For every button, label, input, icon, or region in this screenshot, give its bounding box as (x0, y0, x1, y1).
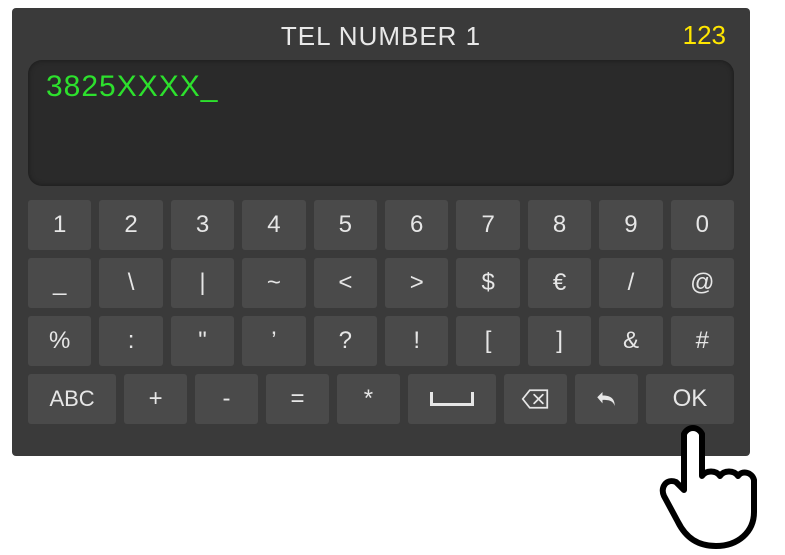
key-bracket-open[interactable]: [ (456, 316, 519, 366)
key-asterisk[interactable]: * (337, 374, 400, 424)
key-4[interactable]: 4 (242, 200, 305, 250)
key-bracket-close[interactable]: ] (528, 316, 591, 366)
key-plus[interactable]: + (124, 374, 187, 424)
spacebar-icon (430, 392, 474, 406)
key-exclaim[interactable]: ! (385, 316, 448, 366)
cursor-icon: _ (201, 70, 219, 103)
key-less-than[interactable]: < (314, 258, 377, 308)
key-row-4: ABC + - = * OK (28, 374, 734, 424)
key-dollar[interactable]: $ (456, 258, 519, 308)
key-3[interactable]: 3 (171, 200, 234, 250)
key-hash[interactable]: # (671, 316, 734, 366)
key-slash[interactable]: / (599, 258, 662, 308)
input-display[interactable]: 3825XXXX_ (28, 60, 734, 186)
key-quote[interactable]: " (171, 316, 234, 366)
key-ok[interactable]: OK (646, 374, 734, 424)
key-8[interactable]: 8 (528, 200, 591, 250)
key-pipe[interactable]: | (171, 258, 234, 308)
undo-icon (592, 387, 620, 411)
keyboard-panel: TEL NUMBER 1 123 3825XXXX_ 1 2 3 4 5 6 7… (12, 8, 750, 456)
key-colon[interactable]: : (99, 316, 162, 366)
key-backspace[interactable] (504, 374, 567, 424)
key-row-3: % : " ’ ? ! [ ] & # (28, 316, 734, 366)
input-mode-indicator: 123 (683, 20, 726, 51)
key-space[interactable] (408, 374, 496, 424)
keyboard: 1 2 3 4 5 6 7 8 9 0 _ \ | ~ < > $ € / @ … (28, 200, 734, 424)
key-equals[interactable]: = (266, 374, 329, 424)
key-tilde[interactable]: ~ (242, 258, 305, 308)
key-undo[interactable] (575, 374, 638, 424)
key-apostrophe[interactable]: ’ (242, 316, 305, 366)
key-at[interactable]: @ (671, 258, 734, 308)
key-5[interactable]: 5 (314, 200, 377, 250)
header: TEL NUMBER 1 123 (28, 18, 734, 54)
key-euro[interactable]: € (528, 258, 591, 308)
backspace-icon (521, 387, 549, 411)
key-percent[interactable]: % (28, 316, 91, 366)
key-greater-than[interactable]: > (385, 258, 448, 308)
key-row-2: _ \ | ~ < > $ € / @ (28, 258, 734, 308)
key-row-1: 1 2 3 4 5 6 7 8 9 0 (28, 200, 734, 250)
key-6[interactable]: 6 (385, 200, 448, 250)
key-abc-mode[interactable]: ABC (28, 374, 116, 424)
key-backslash[interactable]: \ (99, 258, 162, 308)
key-1[interactable]: 1 (28, 200, 91, 250)
input-value: 3825XXXX (46, 70, 201, 103)
screen-title: TEL NUMBER 1 (281, 21, 481, 52)
key-question[interactable]: ? (314, 316, 377, 366)
key-9[interactable]: 9 (599, 200, 662, 250)
key-0[interactable]: 0 (671, 200, 734, 250)
key-2[interactable]: 2 (99, 200, 162, 250)
key-minus[interactable]: - (195, 374, 258, 424)
key-underscore[interactable]: _ (28, 258, 91, 308)
key-7[interactable]: 7 (456, 200, 519, 250)
key-ampersand[interactable]: & (599, 316, 662, 366)
